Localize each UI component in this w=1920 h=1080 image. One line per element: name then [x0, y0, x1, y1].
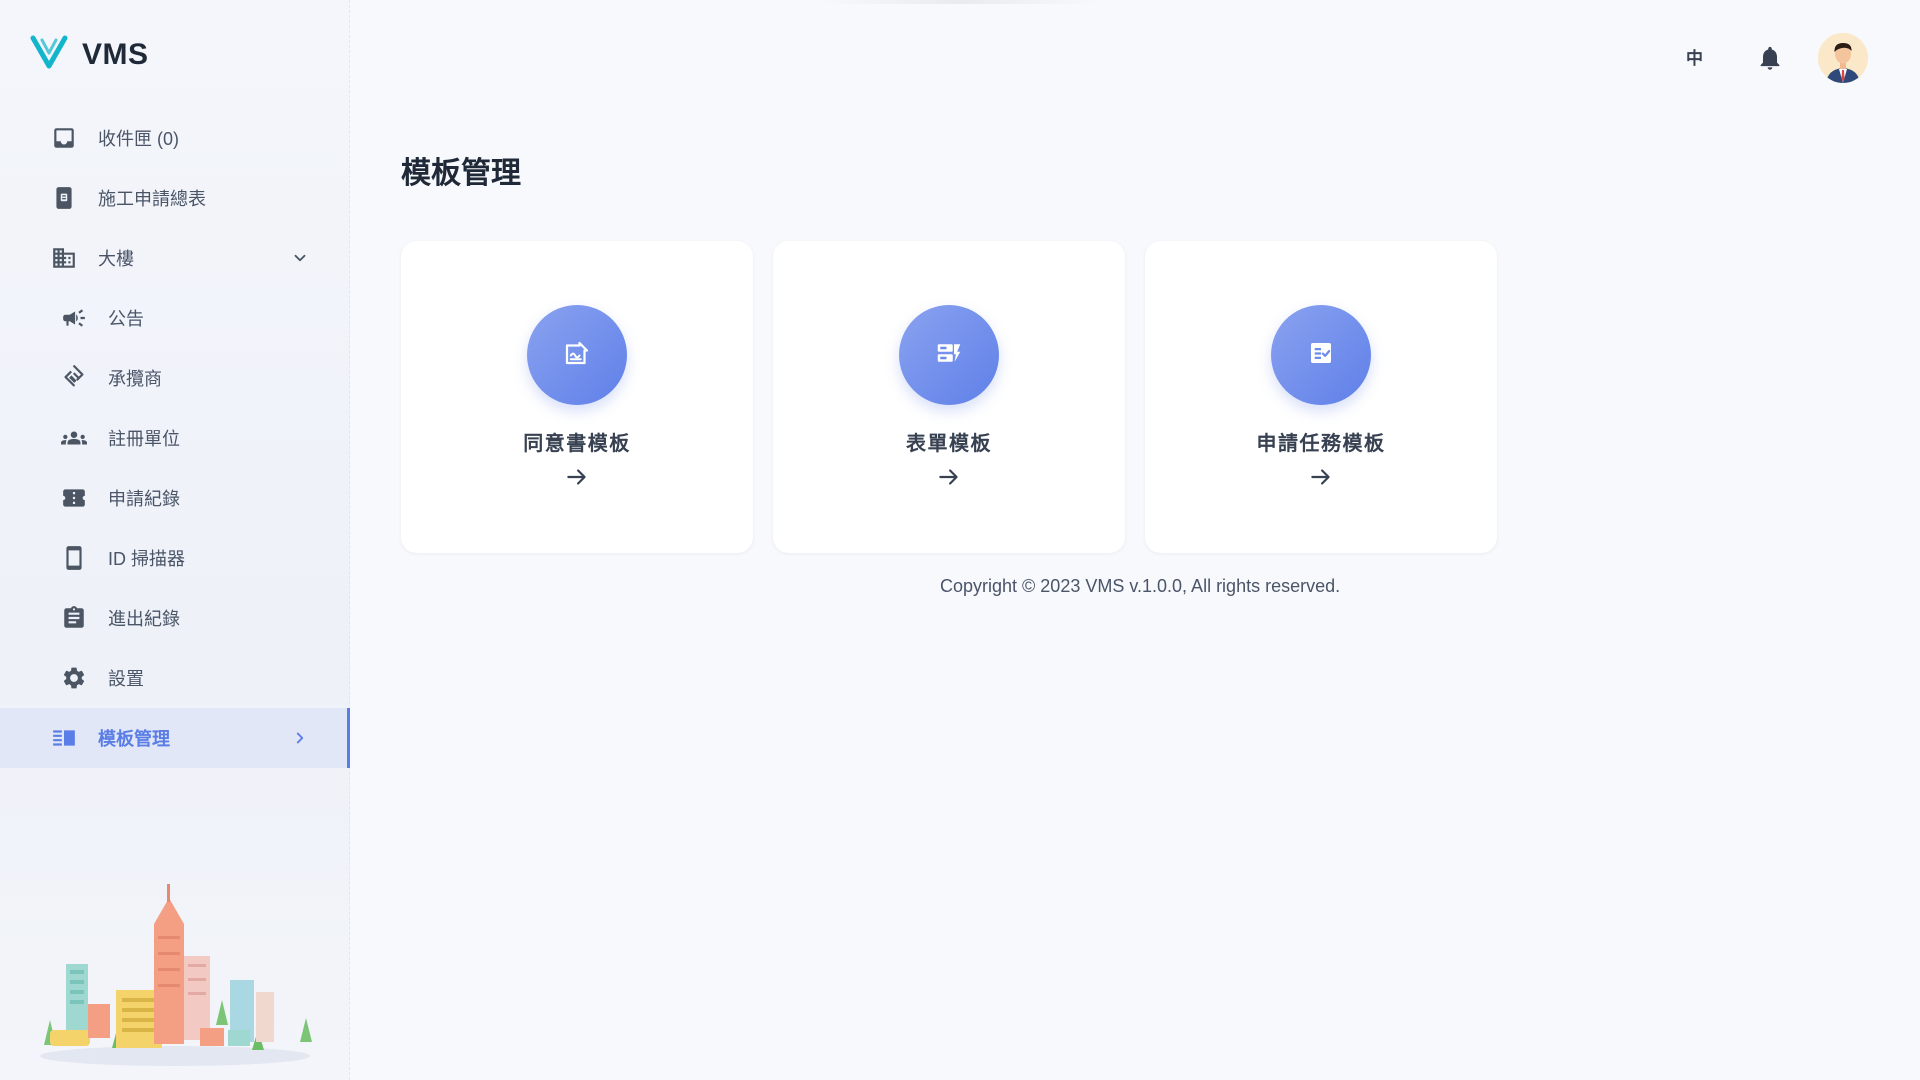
card-title: 申請任務模板 [1256, 431, 1386, 455]
arrow-right-icon [936, 464, 962, 495]
vms-logo-icon [30, 34, 68, 75]
arrow-right-icon [1308, 464, 1334, 495]
sidebar-item-registered-units[interactable]: 註冊單位 [0, 408, 350, 468]
app-name: VMS [82, 37, 149, 71]
task-checklist-icon [1306, 338, 1336, 373]
sidebar-nav: 收件匣 (0) 施工申請總表 大樓 公告 承攬商 註冊單位 申請紀錄 ID 掃描… [0, 108, 350, 768]
user-avatar[interactable] [1818, 33, 1868, 83]
sidebar-item-label: 註冊單位 [108, 429, 180, 449]
sidebar-item-label: 承攬商 [108, 369, 162, 389]
sidebar-item-inbox[interactable]: 收件匣 (0) [0, 108, 350, 168]
chevron-right-icon[interactable] [290, 728, 310, 748]
arrow-right-icon [564, 464, 590, 495]
sidebar-item-id-scanner[interactable]: ID 掃描器 [0, 528, 350, 588]
copyright-text: Copyright © 2023 VMS v.1.0.0, All rights… [940, 576, 1341, 596]
brand[interactable]: VMS [30, 34, 149, 75]
sidebar-item-access-records[interactable]: 進出紀錄 [0, 588, 350, 648]
consent-template-card[interactable]: 同意書模板 [401, 241, 753, 553]
card-icon-circle [899, 305, 999, 405]
card-title: 同意書模板 [523, 431, 631, 455]
signature-icon [562, 338, 592, 373]
city-illustration [30, 880, 320, 1070]
sidebar-item-label: 公告 [108, 309, 144, 329]
sidebar-item-label: ID 掃描器 [108, 549, 186, 569]
gear-icon [60, 664, 88, 692]
handshake-icon [60, 364, 88, 392]
sidebar-item-label: 收件匣 (0) [98, 129, 179, 149]
clipboard-icon [60, 604, 88, 632]
megaphone-icon [60, 304, 88, 332]
smartphone-icon [60, 544, 88, 572]
language-switch-button[interactable]: 中 [1686, 44, 1703, 69]
ticket-icon [60, 484, 88, 512]
notification-button[interactable] [1756, 44, 1784, 72]
inbox-icon [50, 124, 78, 152]
card-title: 表單模板 [906, 431, 992, 455]
sidebar: VMS 收件匣 (0) 施工申請總表 大樓 公告 承攬商 註冊單位 申請紀錄 I… [0, 0, 350, 1080]
sidebar-item-label: 進出紀錄 [108, 609, 180, 629]
sidebar-item-contractors[interactable]: 承攬商 [0, 348, 350, 408]
page-title: 模板管理 [401, 157, 521, 190]
chevron-down-icon[interactable] [290, 248, 310, 268]
sidebar-item-label: 大樓 [98, 249, 134, 269]
application-task-template-card[interactable]: 申請任務模板 [1145, 241, 1497, 553]
sidebar-item-settings[interactable]: 設置 [0, 648, 350, 708]
sidebar-item-building[interactable]: 大樓 [0, 228, 350, 288]
group-icon [60, 424, 88, 452]
sidebar-item-application-records[interactable]: 申請紀錄 [0, 468, 350, 528]
top-scroll-shadow [820, 0, 1100, 4]
card-icon-circle [527, 305, 627, 405]
sidebar-item-template-management[interactable]: 模板管理 [0, 708, 350, 768]
sidebar-item-announcements[interactable]: 公告 [0, 288, 350, 348]
sidebar-item-label: 模板管理 [98, 729, 170, 749]
form-icon [934, 338, 964, 373]
sidebar-item-label: 申請紀錄 [108, 489, 180, 509]
building-icon [50, 244, 78, 272]
bell-icon [1756, 46, 1784, 76]
sidebar-item-construction-applications[interactable]: 施工申請總表 [0, 168, 350, 228]
card-icon-circle [1271, 305, 1371, 405]
form-template-card[interactable]: 表單模板 [773, 241, 1125, 553]
template-list-icon [50, 724, 78, 752]
template-cards: 同意書模板 表單模板 申請任務模板 [401, 241, 1497, 553]
sidebar-item-label: 設置 [108, 669, 144, 689]
sidebar-item-label: 施工申請總表 [98, 189, 206, 209]
tablet-document-icon [50, 184, 78, 212]
